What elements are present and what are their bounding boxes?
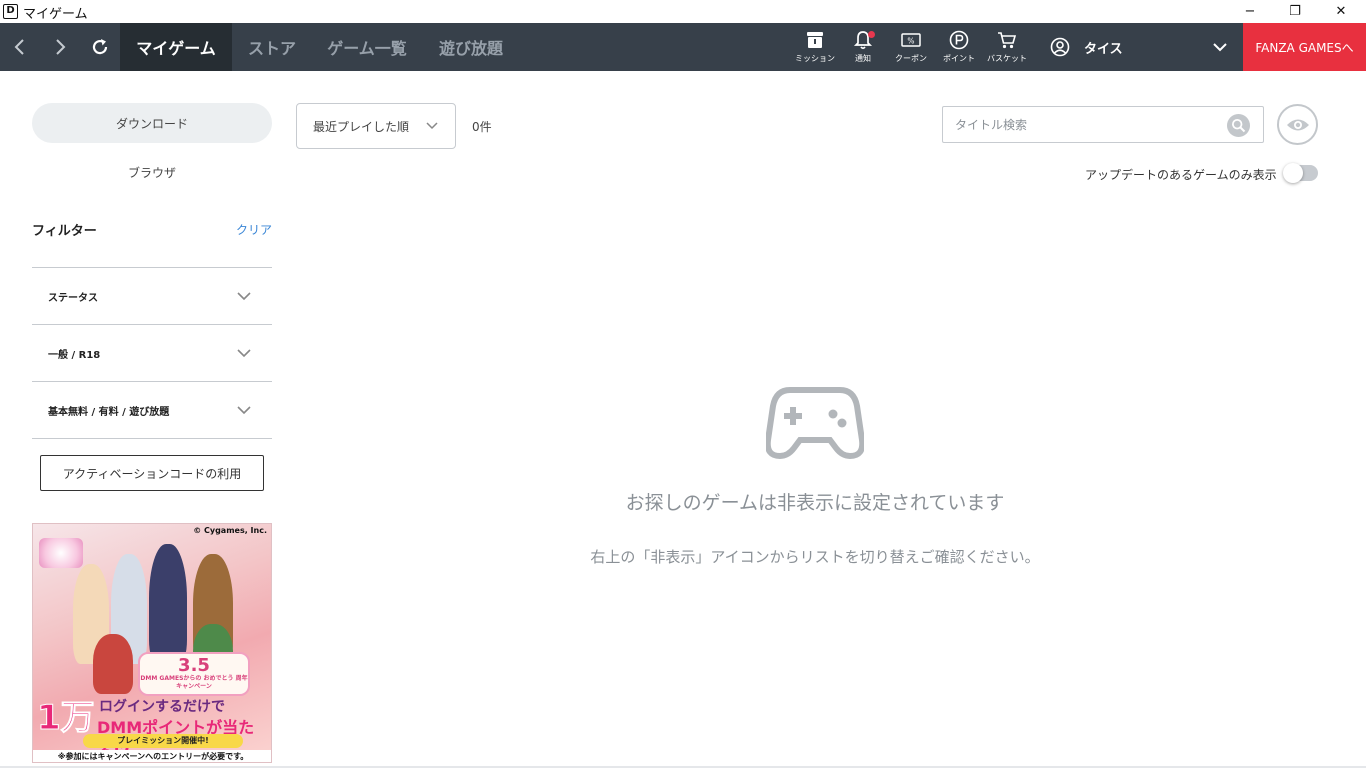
window-title-bar: D マイゲーム − ❐ ✕ (0, 0, 1366, 23)
tab-store[interactable]: ストア (232, 23, 312, 71)
back-button[interactable] (2, 23, 38, 71)
reload-button[interactable] (82, 23, 118, 71)
banner-copyright: © Cygames, Inc. (193, 526, 267, 535)
tab-game-list[interactable]: ゲーム一覧 (312, 23, 422, 71)
filter-clear-link[interactable]: クリア (236, 221, 272, 238)
search-input[interactable] (955, 115, 1225, 135)
anniversary-subtitle: DMM GAMESからの おめでとう 周年 キャンペーン (140, 675, 248, 690)
empty-state-title: お探しのゲームは非表示に設定されています (625, 492, 1005, 514)
mission-icon (807, 32, 823, 48)
result-count: 0件 (472, 120, 492, 134)
empty-state-description: 右上の「非表示」アイコンからリストを切り替えご確認ください。 (590, 548, 1040, 566)
forward-button[interactable] (42, 23, 78, 71)
top-navbar: マイゲーム ストア ゲーム一覧 遊び放題 ミッション 通知 % クーポン ポイン… (0, 23, 1366, 71)
point-icon (949, 30, 969, 50)
activation-code-button[interactable]: アクティベーションコードの利用 (40, 455, 264, 491)
coupon-label: クーポン (895, 54, 927, 63)
basket-button[interactable]: バスケット (983, 29, 1031, 67)
search-button[interactable] (1227, 114, 1250, 137)
browser-tab[interactable]: ブラウザ (32, 160, 272, 184)
chevron-down-icon (237, 406, 251, 415)
update-only-toggle[interactable] (1283, 163, 1318, 183)
coupon-button[interactable]: % クーポン (887, 29, 935, 67)
chevron-left-icon (14, 39, 24, 55)
banner-headline-amount: 1万 (37, 698, 96, 739)
app-logo-icon: D (3, 4, 18, 19)
coupon-icon: % (901, 33, 921, 47)
reload-icon (92, 39, 108, 55)
filter-label: 一般 / R18 (48, 349, 101, 361)
eye-icon (1286, 119, 1309, 130)
mission-button[interactable]: ミッション (791, 29, 839, 67)
user-name: タイス (1084, 41, 1123, 57)
divider (32, 438, 272, 439)
chevron-down-icon (426, 122, 438, 130)
search-icon (1231, 118, 1246, 133)
chevron-right-icon (56, 39, 66, 55)
anniversary-badge: 3.5 DMM GAMESからの おめでとう 周年 キャンペーン (138, 652, 250, 696)
user-menu[interactable]: タイス (1050, 23, 1123, 71)
campaign-banner[interactable]: © Cygames, Inc. 3.5 DMM GAMESからの おめでとう 周… (32, 523, 272, 763)
game-logo (39, 538, 83, 568)
point-label: ポイント (943, 54, 975, 63)
sort-selected-value: 最近プレイした順 (313, 119, 410, 134)
window-title: マイゲーム (23, 7, 88, 22)
banner-note: ※参加にはキャンペーンへのエントリーが必要です。 (33, 750, 271, 762)
chevron-down-icon[interactable] (1210, 37, 1230, 57)
filter-heading: フィルター (32, 224, 97, 239)
close-button[interactable]: ✕ (1318, 0, 1364, 23)
download-tab[interactable]: ダウンロード (32, 103, 272, 143)
basket-label: バスケット (987, 54, 1027, 63)
filter-rating[interactable]: 一般 / R18 (32, 324, 272, 381)
banner-ribbon: プレイミッション開催中! (83, 734, 243, 748)
title-search-box (942, 106, 1264, 143)
filter-label: 基本無料 / 有料 / 遊び放題 (48, 406, 170, 418)
visibility-toggle-button[interactable] (1277, 104, 1318, 145)
tab-my-games[interactable]: マイゲーム (120, 23, 232, 71)
minimize-button[interactable]: − (1227, 0, 1273, 23)
character-art (93, 634, 133, 694)
filter-status[interactable]: ステータス (32, 267, 272, 324)
fanza-games-button[interactable]: FANZA GAMESへ (1243, 23, 1366, 71)
anniversary-number: 3.5 (178, 655, 210, 676)
svg-text:%: % (907, 37, 914, 46)
filter-price[interactable]: 基本無料 / 有料 / 遊び放題 (32, 381, 272, 438)
toggle-knob (1283, 163, 1303, 183)
point-button[interactable]: ポイント (935, 29, 983, 67)
character-art (149, 544, 187, 664)
tab-unlimited-play[interactable]: 遊び放題 (424, 23, 518, 71)
cart-icon (998, 32, 1017, 49)
sort-dropdown[interactable]: 最近プレイした順 (296, 103, 456, 149)
banner-headline-login: ログインするだけで (99, 699, 225, 715)
notification-badge (868, 31, 875, 38)
notification-button[interactable]: 通知 (839, 29, 887, 67)
filter-label: ステータス (48, 292, 98, 304)
chevron-down-icon (237, 292, 251, 301)
chevron-down-icon (237, 349, 251, 358)
mission-label: ミッション (795, 54, 835, 63)
gamepad-icon (766, 387, 864, 460)
update-only-label: アップデートのあるゲームのみ表示 (1085, 168, 1277, 182)
user-icon (1050, 37, 1070, 57)
notification-label: 通知 (855, 54, 871, 63)
maximize-button[interactable]: ❐ (1272, 0, 1318, 23)
